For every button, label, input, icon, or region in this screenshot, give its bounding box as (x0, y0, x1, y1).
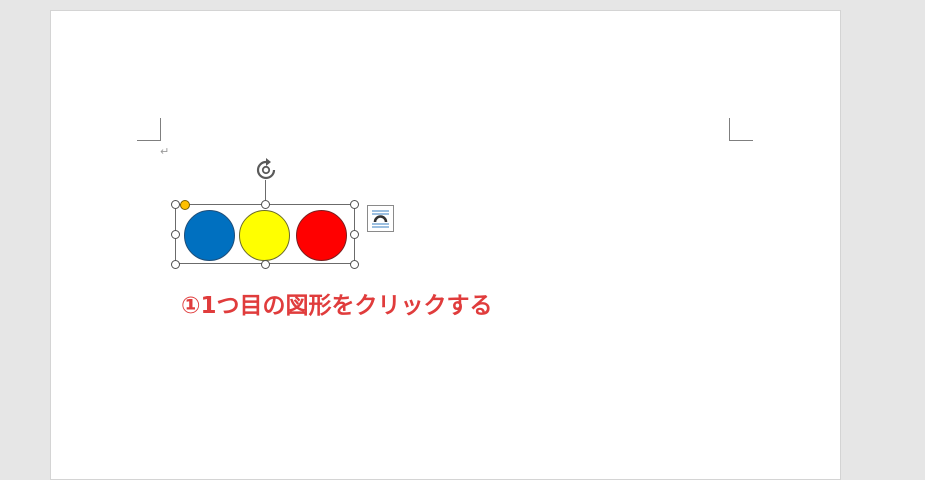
layout-options-icon (372, 210, 389, 228)
document-page (50, 10, 841, 480)
resize-handle-bottom-left[interactable] (171, 260, 180, 269)
margin-corner-top-left (137, 118, 161, 141)
resize-handle-middle-left[interactable] (171, 230, 180, 239)
resize-handle-top-right[interactable] (350, 200, 359, 209)
circle-shape-yellow[interactable] (239, 210, 290, 261)
resize-handle-bottom-right[interactable] (350, 260, 359, 269)
rotate-connector-line (265, 180, 266, 200)
resize-handle-top-left[interactable] (171, 200, 180, 209)
resize-handle-bottom-middle[interactable] (261, 260, 270, 269)
circle-shape-red[interactable] (296, 210, 347, 261)
instruction-annotation: ①1つ目の図形をクリックする (181, 293, 493, 319)
paragraph-mark: ↵ (160, 145, 170, 158)
resize-handle-top-middle[interactable] (261, 200, 270, 209)
resize-handle-middle-right[interactable] (350, 230, 359, 239)
circle-shape-blue[interactable] (184, 210, 235, 261)
rotate-handle-icon[interactable] (254, 158, 278, 182)
adjustment-handle[interactable] (180, 200, 190, 210)
layout-options-button[interactable] (367, 205, 394, 232)
margin-corner-top-right (729, 118, 753, 141)
